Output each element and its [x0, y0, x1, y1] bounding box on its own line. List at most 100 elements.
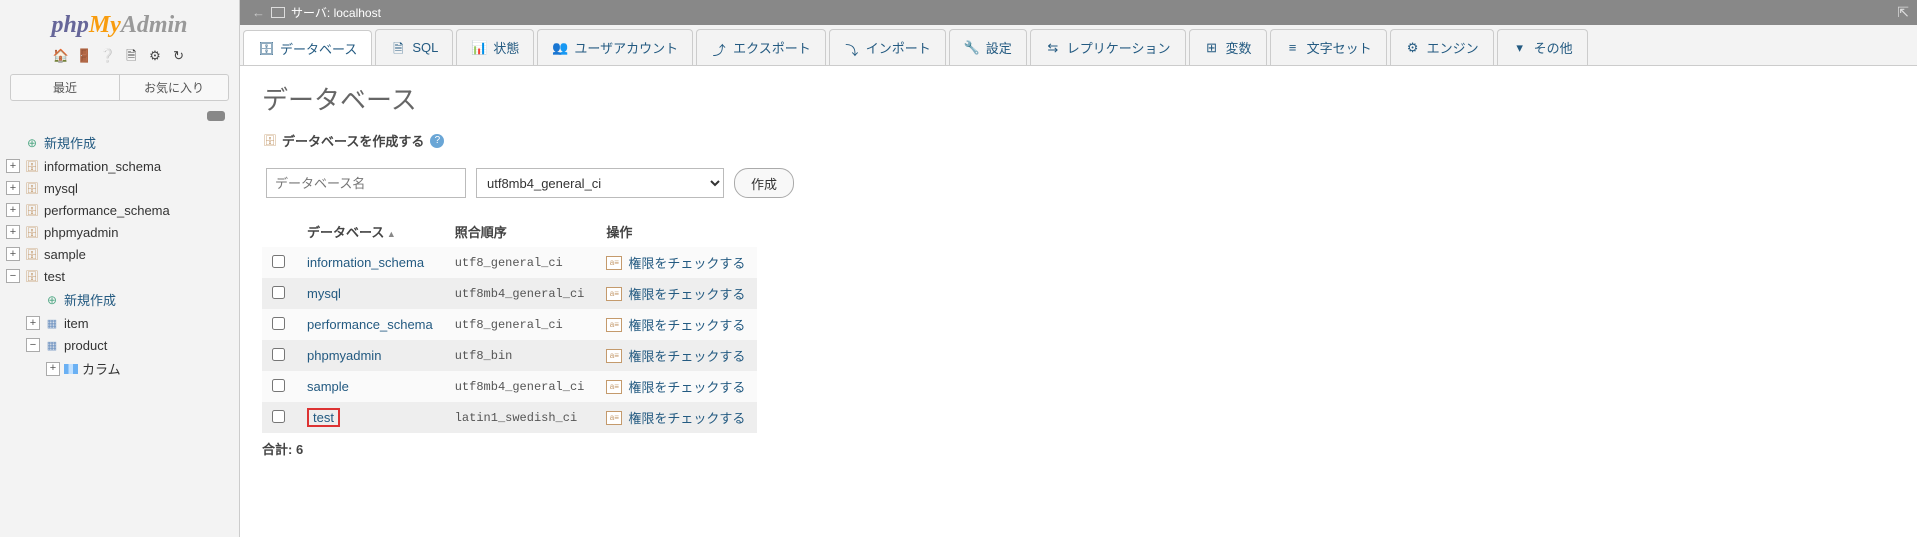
- row-checkbox[interactable]: [272, 410, 285, 423]
- tree-db[interactable]: + performance_schema: [6, 199, 239, 221]
- expand-icon[interactable]: +: [26, 316, 40, 330]
- tab-settings[interactable]: 🔧設定: [949, 29, 1027, 65]
- tab-variables[interactable]: ⊞変数: [1189, 29, 1267, 65]
- topmenu: 🗄データベース 🗎SQL 📊状態 👥ユーザアカウント ⤴エクスポート ⤵インポー…: [240, 25, 1917, 66]
- check-privileges-link[interactable]: 権限をチェックする: [628, 377, 745, 396]
- settings-icon[interactable]: ⚙: [147, 48, 163, 64]
- recent-favorite-tabs: 最近 お気に入り: [10, 74, 229, 101]
- tab-users[interactable]: 👥ユーザアカウント: [537, 29, 693, 65]
- tree-db-label: mysql: [44, 181, 78, 196]
- row-collation: utf8mb4_general_ci: [445, 278, 597, 309]
- tab-label: その他: [1534, 38, 1573, 57]
- row-checkbox[interactable]: [272, 379, 285, 392]
- privileges-icon: a≡: [606, 411, 622, 425]
- tab-replication[interactable]: ⇆ レプリケーション: [1030, 29, 1186, 65]
- help-icon[interactable]: ?: [430, 134, 444, 148]
- tree-columns[interactable]: + カラム: [6, 356, 239, 381]
- expand-icon[interactable]: +: [6, 225, 20, 239]
- tab-databases[interactable]: 🗄データベース: [243, 30, 372, 66]
- docs-icon[interactable]: ❔: [100, 48, 116, 64]
- reload-icon[interactable]: ↻: [171, 48, 187, 64]
- db-name-link[interactable]: sample: [307, 379, 349, 394]
- collapse-icon[interactable]: [207, 111, 225, 121]
- tree-db-test[interactable]: − test: [6, 265, 239, 287]
- db-name-link[interactable]: performance_schema: [307, 317, 433, 332]
- logo-my: My: [89, 12, 121, 38]
- check-privileges-link[interactable]: 権限をチェックする: [628, 346, 745, 365]
- expand-icon[interactable]: +: [6, 181, 20, 195]
- tree-db[interactable]: + information_schema: [6, 155, 239, 177]
- favorite-tab[interactable]: お気に入り: [119, 75, 228, 100]
- tree-new-table[interactable]: 新規作成: [6, 287, 239, 312]
- logout-icon[interactable]: 🚪: [76, 48, 92, 64]
- tree-db-label: test: [44, 269, 65, 284]
- new-icon: [24, 135, 40, 151]
- sql-icon: 🗎: [390, 40, 406, 56]
- tree-db[interactable]: + mysql: [6, 177, 239, 199]
- total-row: 合計: 6: [262, 433, 1895, 458]
- collation-select[interactable]: utf8mb4_general_ci: [476, 168, 724, 198]
- breadcrumb-arrow-icon: ←: [252, 5, 265, 20]
- table-icon: [44, 337, 60, 353]
- logo-admin: Admin: [121, 12, 188, 38]
- topbar-collapse-icon[interactable]: ⇱: [1897, 4, 1909, 21]
- breadcrumb-host[interactable]: localhost: [334, 6, 381, 20]
- check-privileges-link[interactable]: 権限をチェックする: [628, 315, 745, 334]
- db-name-link[interactable]: information_schema: [307, 255, 424, 270]
- db-name-link[interactable]: mysql: [307, 286, 341, 301]
- collapse-icon[interactable]: −: [6, 269, 20, 283]
- create-db-heading: データベースを作成する ?: [262, 131, 1895, 150]
- tree-table-product[interactable]: − product: [6, 334, 239, 356]
- charsets-icon: ≡: [1285, 40, 1301, 56]
- recent-tab[interactable]: 最近: [11, 75, 119, 100]
- tree-table-item[interactable]: + item: [6, 312, 239, 334]
- database-icon: [24, 158, 40, 174]
- database-icon: [24, 180, 40, 196]
- tree-new-label: 新規作成: [44, 133, 96, 152]
- databases-table: データベース 照合順序 操作 information_schemautf8_ge…: [262, 216, 757, 433]
- db-name-link[interactable]: test: [313, 410, 334, 425]
- check-privileges-link[interactable]: 権限をチェックする: [628, 408, 745, 427]
- table-row: performance_schemautf8_general_cia≡権限をチェ…: [262, 309, 757, 340]
- tree-db[interactable]: + sample: [6, 243, 239, 265]
- expand-icon[interactable]: +: [46, 362, 60, 376]
- table-row: information_schemautf8_general_cia≡権限をチェ…: [262, 247, 757, 278]
- check-privileges-link[interactable]: 権限をチェックする: [628, 253, 745, 272]
- db-name-link[interactable]: phpmyadmin: [307, 348, 381, 363]
- tab-engines[interactable]: ⚙エンジン: [1390, 29, 1494, 65]
- tree-db-label: phpmyadmin: [44, 225, 118, 240]
- new-icon: [44, 292, 60, 308]
- tab-status[interactable]: 📊状態: [456, 29, 534, 65]
- create-button[interactable]: 作成: [734, 168, 794, 198]
- tab-sql[interactable]: 🗎SQL: [375, 29, 453, 65]
- row-collation: latin1_swedish_ci: [445, 402, 597, 433]
- expand-icon[interactable]: +: [6, 247, 20, 261]
- home-icon[interactable]: 🏠: [52, 48, 68, 64]
- tab-label: レプリケーション: [1067, 38, 1171, 57]
- col-database[interactable]: データベース: [297, 216, 445, 247]
- expand-icon[interactable]: +: [6, 203, 20, 217]
- logo[interactable]: phpMyAdmin: [0, 4, 239, 43]
- row-collation: utf8_general_ci: [445, 247, 597, 278]
- gear-icon: 🔧: [964, 40, 980, 56]
- collapse-icon[interactable]: −: [26, 338, 40, 352]
- col-collation[interactable]: 照合順序: [445, 216, 597, 247]
- row-checkbox[interactable]: [272, 317, 285, 330]
- row-checkbox[interactable]: [272, 286, 285, 299]
- dbname-input[interactable]: [266, 168, 466, 198]
- tree-new[interactable]: 新規作成: [6, 130, 239, 155]
- expand-icon[interactable]: +: [6, 159, 20, 173]
- database-icon: [24, 246, 40, 262]
- columns-icon: [64, 364, 78, 374]
- sql-icon[interactable]: 🗎: [123, 47, 139, 63]
- tab-export[interactable]: ⤴エクスポート: [696, 29, 826, 65]
- tab-import[interactable]: ⤵インポート: [829, 29, 946, 65]
- replication-icon: ⇆: [1045, 40, 1061, 56]
- row-checkbox[interactable]: [272, 255, 285, 268]
- tab-charsets[interactable]: ≡ 文字セット: [1270, 29, 1387, 65]
- tab-more[interactable]: ▾その他: [1497, 29, 1588, 65]
- tab-label: 文字セット: [1307, 38, 1372, 57]
- row-checkbox[interactable]: [272, 348, 285, 361]
- check-privileges-link[interactable]: 権限をチェックする: [628, 284, 745, 303]
- tree-db[interactable]: + phpmyadmin: [6, 221, 239, 243]
